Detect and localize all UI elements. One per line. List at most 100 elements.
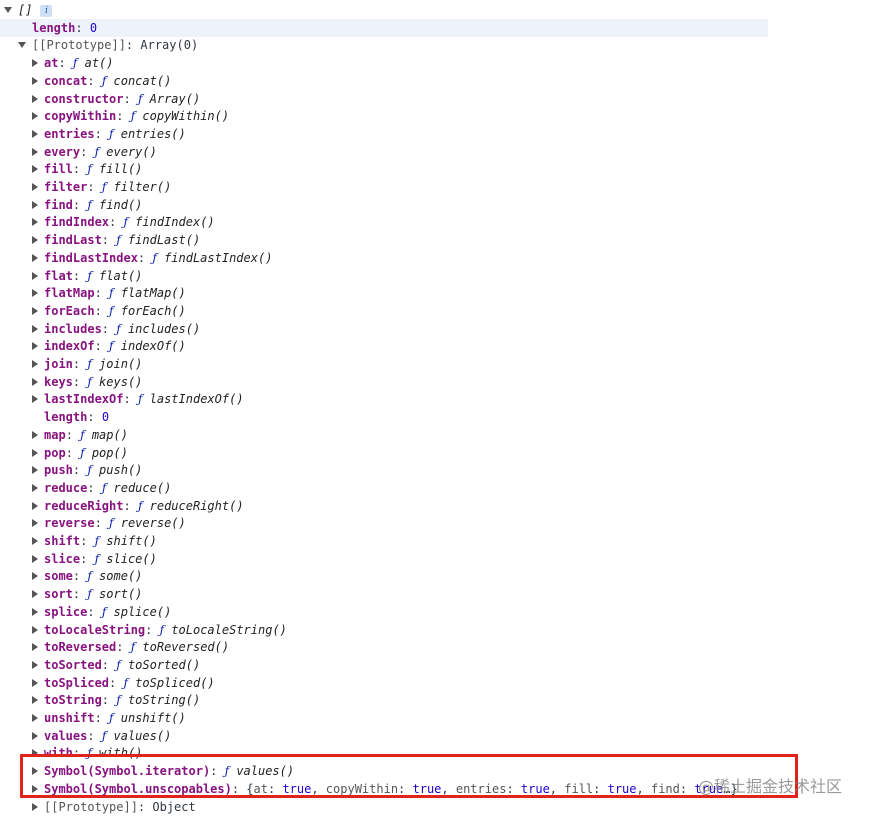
collapsed-arrow-icon[interactable] (32, 448, 38, 457)
method-row[interactable]: concat: ƒ concat() (32, 72, 172, 90)
method-row[interactable]: shift: ƒ shift() (32, 532, 157, 550)
method-signature: at() (84, 56, 114, 71)
method-row[interactable]: findIndex: ƒ findIndex() (32, 213, 215, 231)
object-prototype-row[interactable]: [[Prototype]]: Object (32, 798, 196, 816)
method-row[interactable]: fill: ƒ fill() (32, 160, 142, 178)
collapsed-arrow-icon[interactable] (32, 94, 38, 103)
collapsed-arrow-icon[interactable] (32, 678, 38, 687)
method-key: reduceRight (44, 498, 124, 513)
method-key: map (44, 427, 66, 442)
method-row[interactable]: reduce: ƒ reduce() (32, 479, 171, 497)
method-signature: concat() (113, 73, 172, 88)
method-row[interactable]: join: ƒ join() (32, 355, 142, 373)
collapsed-arrow-icon[interactable] (32, 466, 38, 475)
method-row[interactable]: slice: ƒ slice() (32, 550, 157, 568)
collapsed-arrow-icon[interactable] (32, 430, 38, 439)
property-value: 0 (89, 20, 98, 35)
collapsed-arrow-icon[interactable] (32, 324, 38, 333)
function-icon: ƒ (137, 392, 143, 407)
collapsed-arrow-icon[interactable] (32, 643, 38, 652)
method-row[interactable]: filter: ƒ filter() (32, 178, 171, 196)
collapsed-arrow-icon[interactable] (32, 360, 38, 368)
method-key: findLast (44, 233, 102, 248)
method-row[interactable]: toSorted: ƒ toSorted() (32, 656, 200, 674)
method-signature: slice() (106, 551, 157, 566)
method-row[interactable]: constructor: ƒ Array() (32, 90, 200, 108)
collapsed-arrow-icon[interactable] (32, 377, 38, 386)
collapsed-arrow-icon[interactable] (32, 395, 38, 404)
method-row[interactable]: copyWithin: ƒ copyWithin() (32, 107, 230, 125)
method-row[interactable]: entries: ƒ entries() (32, 125, 186, 143)
method-row[interactable]: unshift: ƒ unshift() (32, 709, 186, 727)
collapsed-arrow-icon[interactable] (32, 271, 38, 280)
collapsed-arrow-icon[interactable] (32, 714, 38, 722)
property-value: Object (152, 799, 196, 814)
method-row[interactable]: push: ƒ push() (32, 461, 142, 479)
prototype-row[interactable]: [[Prototype]]: Array(0) (18, 36, 198, 54)
collapsed-arrow-icon[interactable] (32, 483, 38, 492)
method-row[interactable]: map: ƒ map() (32, 426, 128, 444)
collapsed-arrow-icon[interactable] (32, 129, 38, 138)
collapsed-arrow-icon[interactable] (32, 554, 38, 563)
method-row[interactable]: findLast: ƒ findLast() (32, 231, 200, 249)
expanded-arrow-icon[interactable] (18, 42, 26, 49)
collapsed-arrow-icon[interactable] (32, 537, 38, 545)
method-row[interactable]: every: ƒ every() (32, 143, 157, 161)
collapsed-arrow-icon[interactable] (32, 253, 38, 262)
method-key: flatMap (44, 286, 95, 301)
method-key: reverse (44, 516, 95, 531)
collapsed-arrow-icon[interactable] (32, 572, 38, 581)
collapsed-arrow-icon[interactable] (32, 165, 38, 174)
method-row[interactable]: pop: ƒ pop() (32, 444, 128, 462)
method-row[interactable]: reduceRight: ƒ reduceRight() (32, 497, 244, 515)
collapsed-arrow-icon[interactable] (32, 731, 38, 740)
method-row[interactable]: toSpliced: ƒ toSpliced() (32, 674, 215, 692)
method-row[interactable]: flat: ƒ flat() (32, 267, 142, 285)
collapsed-arrow-icon[interactable] (32, 802, 38, 811)
collapsed-arrow-icon[interactable] (32, 218, 38, 227)
method-row[interactable]: indexOf: ƒ indexOf() (32, 337, 186, 355)
method-row[interactable]: sort: ƒ sort() (32, 585, 142, 603)
function-icon: ƒ (87, 268, 92, 283)
collapsed-arrow-icon[interactable] (32, 76, 38, 85)
collapsed-arrow-icon[interactable] (32, 625, 38, 634)
collapsed-arrow-icon[interactable] (32, 59, 38, 68)
method-row[interactable]: keys: ƒ keys() (32, 373, 142, 391)
method-row[interactable]: forEach: ƒ forEach() (32, 302, 186, 320)
method-key: toReversed (44, 640, 117, 655)
collapsed-arrow-icon[interactable] (32, 147, 38, 156)
collapsed-arrow-icon[interactable] (32, 306, 38, 315)
collapsed-arrow-icon[interactable] (32, 660, 38, 669)
method-row[interactable]: splice: ƒ splice() (32, 603, 171, 621)
collapsed-arrow-icon[interactable] (32, 236, 38, 245)
method-key: flat (44, 268, 73, 283)
collapsed-arrow-icon[interactable] (32, 342, 38, 351)
method-row[interactable]: toLocaleString: ƒ toLocaleString() (32, 621, 287, 639)
method-row[interactable]: toString: ƒ toString() (32, 691, 200, 709)
method-row[interactable]: values: ƒ values() (32, 727, 171, 745)
method-row[interactable]: reverse: ƒ reverse() (32, 514, 186, 532)
method-row[interactable]: flatMap: ƒ flatMap() (32, 284, 186, 302)
collapsed-arrow-icon[interactable] (32, 200, 38, 209)
collapsed-arrow-icon[interactable] (32, 289, 38, 298)
method-signature: forEach() (120, 303, 186, 318)
method-signature: copyWithin() (142, 109, 230, 124)
method-row[interactable]: findLastIndex: ƒ findLastIndex() (32, 249, 272, 267)
method-row[interactable]: find: ƒ find() (32, 196, 142, 214)
collapsed-arrow-icon[interactable] (32, 696, 38, 705)
method-row[interactable]: includes: ƒ includes() (32, 320, 200, 338)
method-row[interactable]: at: ƒ at() (32, 54, 114, 72)
info-icon[interactable]: i (40, 4, 53, 17)
expanded-arrow-icon[interactable] (4, 7, 12, 13)
method-row[interactable]: lastIndexOf: ƒ lastIndexOf() (32, 390, 244, 408)
collapsed-arrow-icon[interactable] (32, 590, 38, 599)
collapsed-arrow-icon[interactable] (32, 183, 38, 191)
collapsed-arrow-icon[interactable] (32, 501, 38, 510)
method-key: indexOf (44, 339, 95, 354)
method-row[interactable]: some: ƒ some() (32, 567, 142, 585)
root-array-row[interactable]: [] i (4, 1, 53, 19)
collapsed-arrow-icon[interactable] (32, 112, 38, 121)
method-row[interactable]: toReversed: ƒ toReversed() (32, 638, 229, 656)
collapsed-arrow-icon[interactable] (32, 607, 38, 616)
collapsed-arrow-icon[interactable] (32, 519, 38, 528)
